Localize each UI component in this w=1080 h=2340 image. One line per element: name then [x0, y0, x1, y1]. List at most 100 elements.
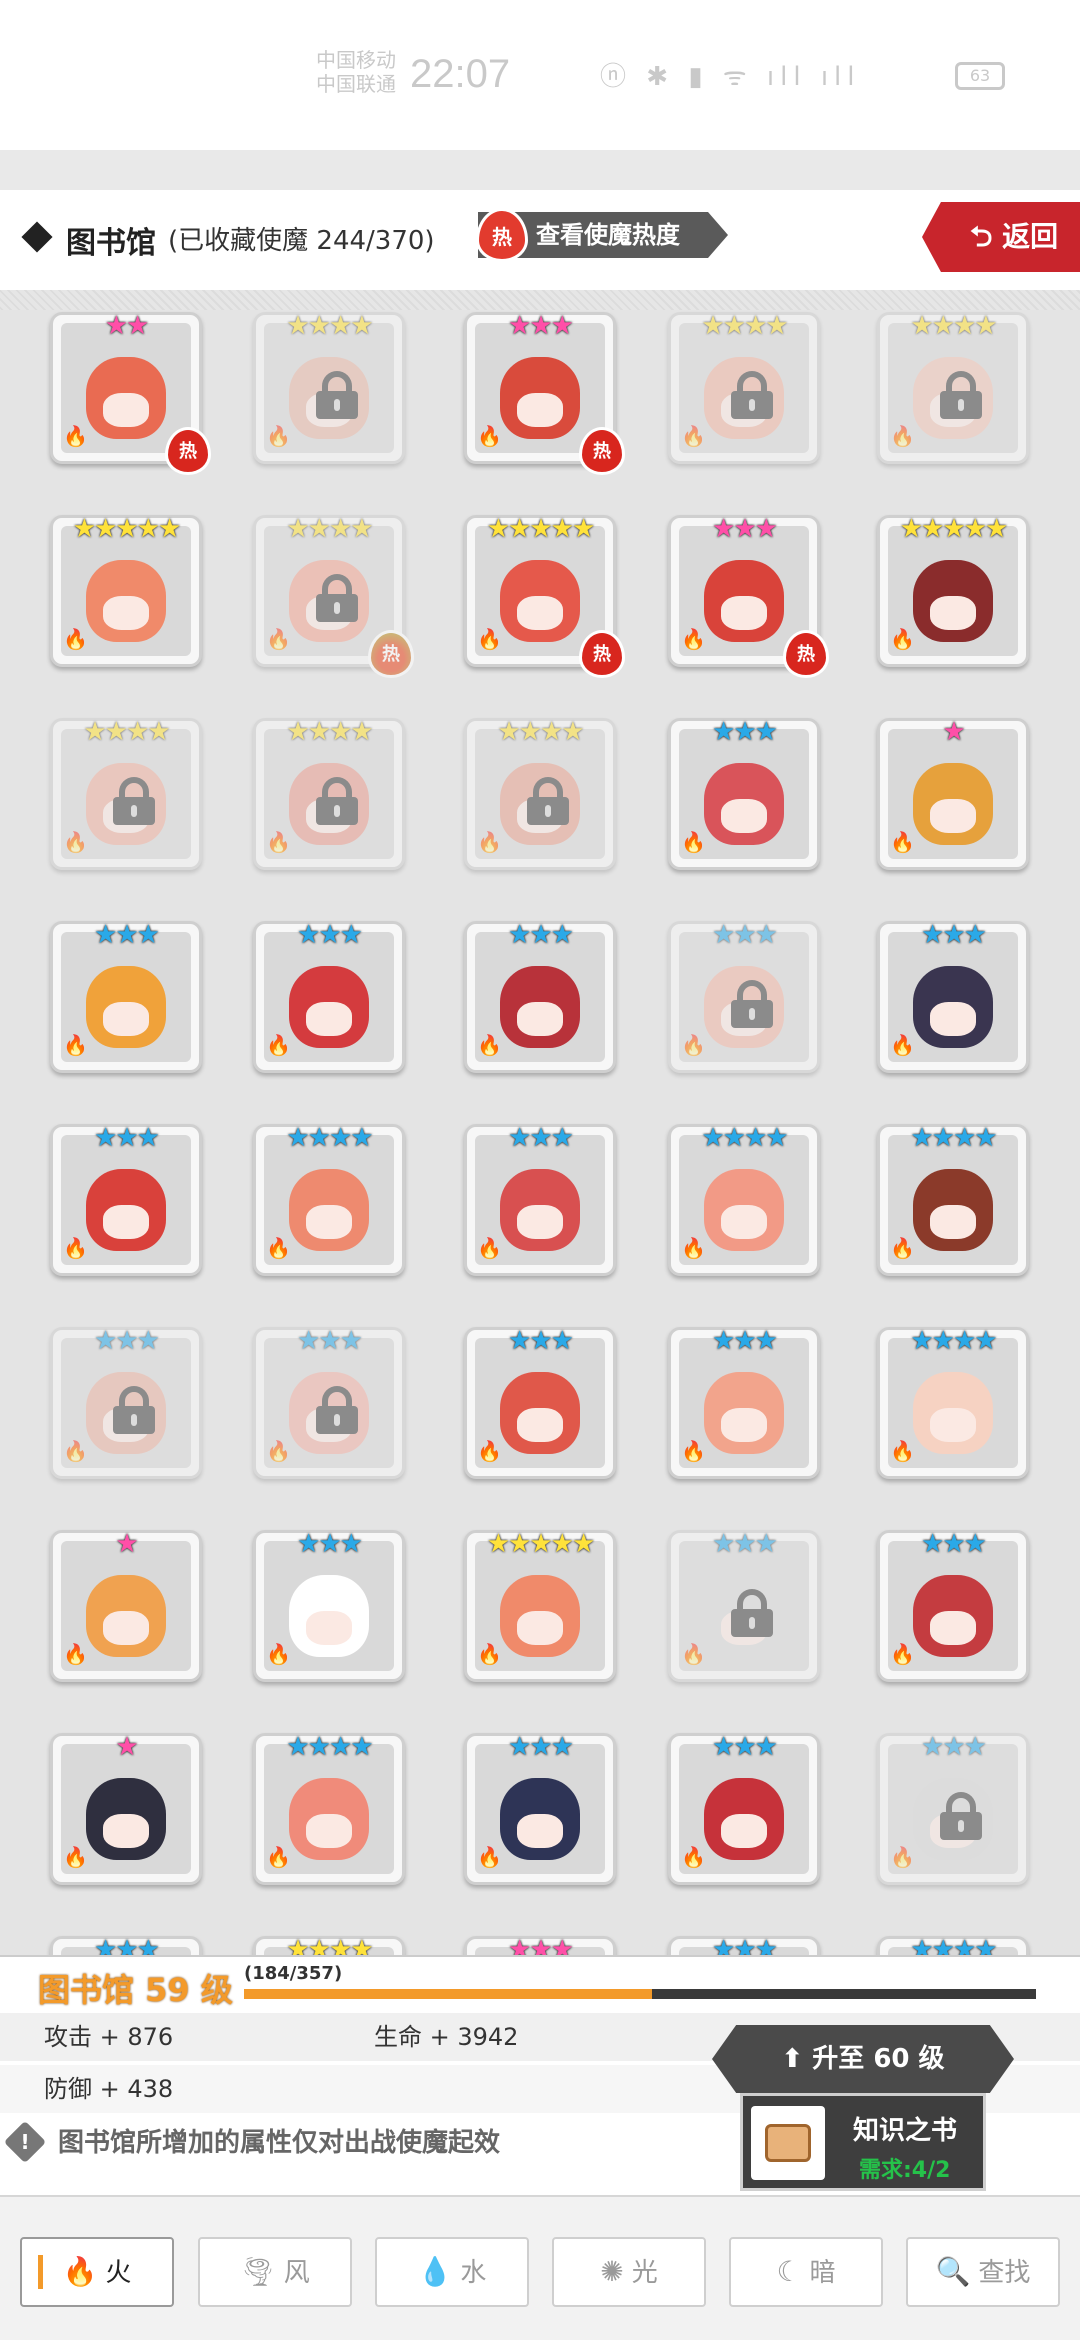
familiar-card[interactable]: ★★★🔥 — [50, 1123, 202, 1276]
clock: 22:07 — [410, 52, 511, 96]
carrier-1: 中国移动 — [316, 48, 396, 72]
familiar-card[interactable]: ★★★★★ 🔥 — [464, 1529, 616, 1682]
familiar-card[interactable]: ★ 🔥 — [877, 717, 1029, 870]
familiar-face — [103, 393, 149, 427]
carrier-2: 中国联通 — [316, 72, 396, 96]
familiar-card[interactable]: ★★★🔥 — [464, 920, 616, 1073]
fire-icon: 🔥 — [62, 2255, 98, 2288]
fire-element-icon: 🔥 — [890, 1236, 915, 1260]
familiar-card[interactable]: ★ 🔥 — [50, 1732, 202, 1885]
familiar-card[interactable]: ★★★🔥 — [877, 1529, 1029, 1682]
familiar-card-locked[interactable]: ★★★★ 🔥 热 — [253, 514, 414, 678]
tab-wind[interactable]: 🌪 风 — [198, 2237, 352, 2307]
familiar-card[interactable]: ★★★🔥 — [464, 1732, 616, 1885]
familiar-card[interactable]: ★★★🔥 — [668, 1935, 820, 1955]
star-rating: ★★★★ — [701, 1123, 788, 1153]
familiar-card-locked[interactable]: ★★★ 🔥 — [253, 1326, 405, 1479]
hot-badge: 热 — [165, 427, 211, 475]
light-icon: ✺ — [600, 2255, 624, 2288]
familiar-card[interactable]: ★★★★★ 🔥 — [877, 514, 1029, 667]
familiar-card-locked[interactable]: ★★★★ 🔥 — [253, 717, 405, 870]
fire-element-icon: 🔥 — [477, 1845, 502, 1869]
fire-element-icon: 🔥 — [681, 424, 706, 448]
fire-element-icon: 🔥 — [63, 1236, 88, 1260]
familiar-card[interactable]: ★★★🔥 — [668, 1326, 820, 1479]
hot-badge: 热 — [783, 630, 829, 678]
familiar-card[interactable]: ★★★ 🔥 热 — [464, 311, 625, 475]
fire-element-icon: 🔥 — [681, 1845, 706, 1869]
star-rating: ★★★ — [94, 920, 160, 950]
tab-dark[interactable]: ☾ 暗 — [729, 2237, 883, 2307]
star-rating: ★★★★ — [286, 1732, 373, 1762]
fire-element-icon: 🔥 — [477, 1033, 502, 1057]
tab-light[interactable]: ✺ 光 — [552, 2237, 706, 2307]
familiar-card[interactable]: ★★★🔥 — [877, 920, 1029, 1073]
fire-element-icon: 🔥 — [477, 1642, 502, 1666]
familiar-card[interactable]: ★★★★🔥 — [877, 1935, 1029, 1955]
familiar-card-locked[interactable]: ★★★ 🔥 — [50, 1326, 202, 1479]
back-button[interactable]: ⮌ 返回 — [922, 202, 1080, 272]
star-rating: ★★★ — [297, 920, 363, 950]
familiar-card-locked[interactable]: ★★★★ 🔥 — [877, 311, 1029, 464]
familiar-face — [103, 596, 149, 630]
fire-element-icon: 🔥 — [266, 1439, 291, 1463]
tab-label: 水 — [460, 2258, 487, 2288]
active-tab-indicator — [38, 2255, 43, 2289]
familiar-card[interactable]: ★★★★🔥 — [253, 1123, 405, 1276]
fire-element-icon: 🔥 — [890, 1033, 915, 1057]
fire-element-icon: 🔥 — [266, 1033, 291, 1057]
familiar-card[interactable]: ★★★🔥 — [668, 1732, 820, 1885]
tab-search[interactable]: 🔍 查找 — [906, 2237, 1060, 2307]
familiar-card-locked[interactable]: ★★★ 🔥 — [668, 920, 820, 1073]
familiar-card[interactable]: ★★★🔥 — [50, 1935, 202, 1955]
element-tabs: 🔥 火 🌪 风 💧 水 ✺ 光 ☾ 暗 🔍 查找 — [0, 2195, 1080, 2340]
library-level-title: 图书馆 59 级 — [38, 1971, 233, 2009]
fire-element-icon: 🔥 — [681, 627, 706, 651]
familiar-face — [930, 799, 976, 833]
knowledge-book-requirement[interactable]: 知识之书 需求:4/2 — [740, 2093, 986, 2191]
tab-fire[interactable]: 🔥 火 — [20, 2237, 174, 2307]
familiar-card-locked[interactable]: ★★★★ 🔥 — [253, 311, 405, 464]
upgrade-button[interactable]: ⬆ 升至 60 级 — [712, 2025, 1014, 2093]
fire-element-icon: 🔥 — [63, 830, 88, 854]
familiar-card[interactable]: ★★ 🔥 热 — [50, 311, 211, 475]
familiar-face — [517, 596, 563, 630]
familiar-card[interactable]: ★★★★★ 🔥 热 — [464, 514, 625, 678]
hot-badge: 热 — [579, 630, 625, 678]
familiar-card[interactable]: ★★★★🔥 — [253, 1935, 405, 1955]
familiar-card-locked[interactable]: ★★★★ 🔥 — [668, 311, 820, 464]
familiar-face — [721, 799, 767, 833]
tab-label: 风 — [283, 2258, 310, 2288]
fire-element-icon: 🔥 — [477, 424, 502, 448]
familiar-card-locked[interactable]: ★★★★ 🔥 — [464, 717, 616, 870]
wind-icon: 🌪 — [240, 2255, 276, 2288]
familiar-card[interactable]: ★★★🔥 — [253, 1529, 405, 1682]
familiar-card[interactable]: ★★★🔥 — [464, 1326, 616, 1479]
familiar-card[interactable]: ★★★★🔥 — [877, 1326, 1029, 1479]
familiar-card-locked[interactable]: ★★★ 🔥 — [877, 1732, 1029, 1885]
familiar-card-locked[interactable]: ★★★★ 🔥 — [50, 717, 202, 870]
familiar-card-locked[interactable]: ★★★ 🔥 — [668, 1529, 820, 1682]
familiar-card[interactable]: ★★★★🔥 — [668, 1123, 820, 1276]
star-rating: ★★★★ — [286, 1935, 373, 1955]
hot-badge: 热 — [368, 630, 414, 678]
page-title: 图书馆 — [66, 226, 156, 261]
familiar-card[interactable]: ★ 🔥 — [50, 1529, 202, 1682]
lock-icon — [936, 1792, 986, 1840]
familiar-card[interactable]: ★★★🔥 — [50, 920, 202, 1073]
familiar-card[interactable]: ★★★🔥 — [668, 717, 820, 870]
familiar-card[interactable]: ★★★ 🔥 — [253, 920, 405, 1073]
familiar-card[interactable]: ★★★★🔥 — [253, 1732, 405, 1885]
star-rating: ★★★ — [712, 1326, 778, 1356]
familiar-card[interactable]: ★★★🔥 — [464, 1123, 616, 1276]
familiar-card[interactable]: ★★★★★ 🔥 — [50, 514, 202, 667]
familiar-face — [721, 596, 767, 630]
star-rating: ★★★ — [94, 1935, 160, 1955]
tab-water[interactable]: 💧 水 — [375, 2237, 529, 2307]
familiar-card[interactable]: ★★★★🔥 — [877, 1123, 1029, 1276]
familiar-face — [930, 1205, 976, 1239]
familiar-card[interactable]: ★★★🔥 — [464, 1935, 616, 1955]
familiar-card[interactable]: ★★★ 🔥 热 — [668, 514, 829, 678]
lock-icon — [109, 1386, 159, 1434]
lock-icon — [727, 1589, 777, 1637]
